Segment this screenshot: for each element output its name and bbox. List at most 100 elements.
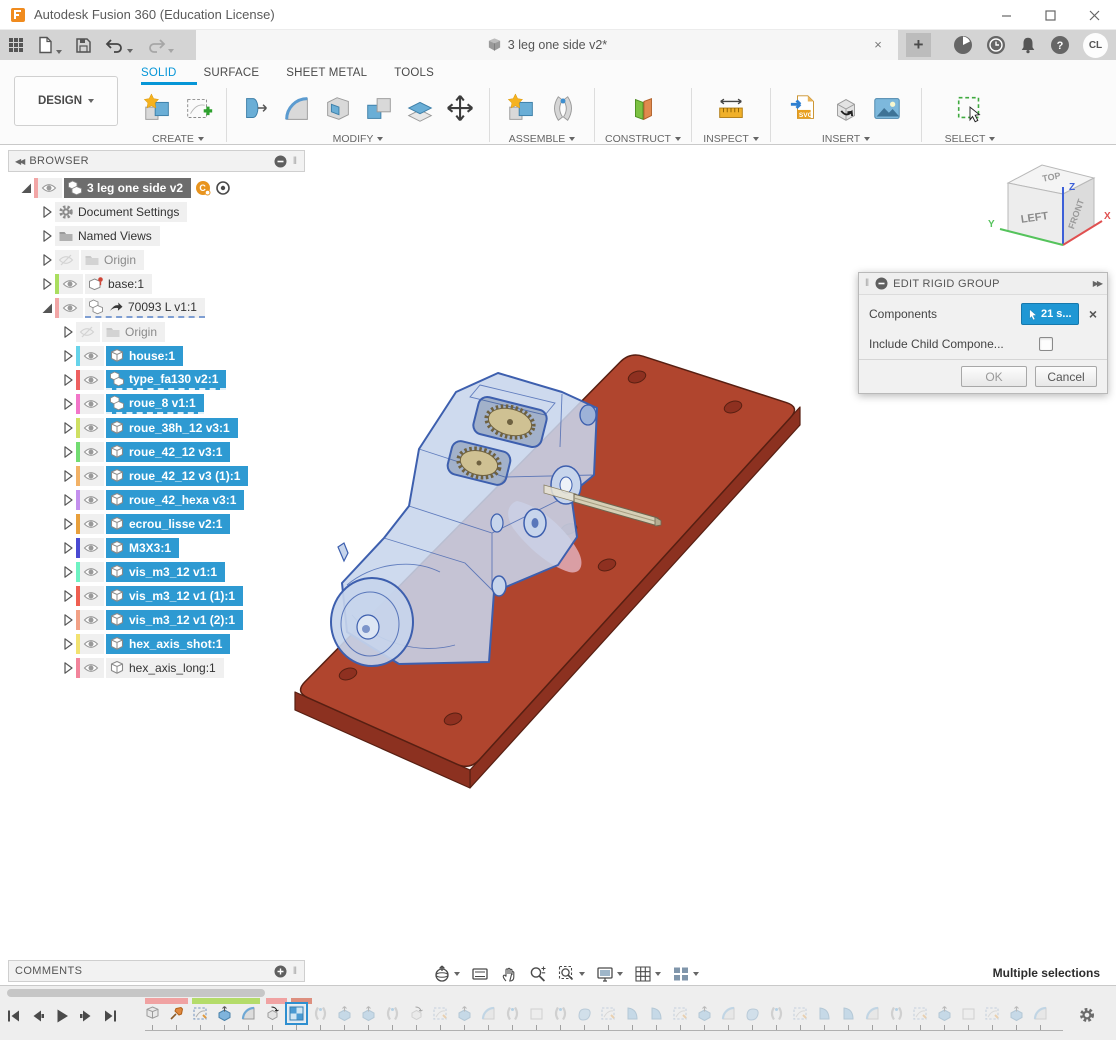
tree-item-vis-m3-12-v1-2-1[interactable]: vis_m3_12 v1 (2):1 [106, 610, 243, 630]
timeline-feature-component[interactable] [140, 1005, 164, 1030]
tree-row-roue-38h-12-v3-1[interactable]: roue_38h_12 v3:1 [8, 416, 248, 440]
timeline-feature-sketch[interactable] [428, 1005, 452, 1030]
tree-item-vis-m3-12-v1-1[interactable]: vis_m3_12 v1:1 [106, 562, 225, 582]
collapse-arrow-icon[interactable] [18, 180, 34, 196]
tree-row-roue-42-12-v3-1[interactable]: roue_42_12 v3:1 [8, 440, 248, 464]
timeline-feature-extrude[interactable] [332, 1005, 356, 1030]
visibility-eye-icon[interactable] [83, 612, 99, 628]
timeline-feature-sketch[interactable] [188, 1005, 212, 1030]
browser-panel-header[interactable]: ◀◀ BROWSER ‖ [8, 150, 305, 172]
components-selection-button[interactable]: 21 s... [1021, 303, 1079, 325]
revolve-feature-icon[interactable] [840, 1005, 857, 1022]
timeline-feature-extrude[interactable] [692, 1005, 716, 1030]
tree-row-70093-l-v1-1[interactable]: 70093 L v1:1 [8, 296, 248, 320]
tree-item-origin[interactable]: Origin [102, 322, 165, 342]
ribbon-tab-solid[interactable]: SOLID [141, 67, 177, 79]
new-component-button[interactable] [142, 93, 174, 125]
joint-feature-icon[interactable] [384, 1005, 401, 1022]
timeline-feature-form[interactable] [740, 1005, 764, 1030]
derive-button[interactable] [830, 93, 862, 125]
joint-feature-icon[interactable] [552, 1005, 569, 1022]
fillet-feature-icon[interactable] [864, 1005, 881, 1022]
tree-item-vis-m3-12-v1-1-1[interactable]: vis_m3_12 v1 (1):1 [106, 586, 243, 606]
timeline-feature-fillet[interactable] [716, 1005, 740, 1030]
visibility-eye-icon[interactable] [83, 372, 99, 388]
move-button[interactable] [445, 93, 477, 125]
form-feature-icon[interactable] [744, 1005, 761, 1022]
revolve-feature-icon[interactable] [648, 1005, 665, 1022]
zoom-tool-button[interactable] [529, 965, 547, 983]
timeline-feature-fillet[interactable] [476, 1005, 500, 1030]
joint-button[interactable] [547, 93, 579, 125]
tab-close-icon[interactable]: × [870, 37, 886, 52]
undo-button[interactable] [105, 37, 133, 53]
visibility-eye-icon[interactable] [83, 660, 99, 676]
tree-row-roue-42-12-v3-1-1[interactable]: roue_42_12 v3 (1):1 [8, 464, 248, 488]
timeline-feature-extrude[interactable] [452, 1005, 476, 1030]
visibility-eye-icon[interactable] [83, 636, 99, 652]
timeline-feature-sketch[interactable] [788, 1005, 812, 1030]
panel-minimize-icon[interactable] [274, 155, 287, 168]
visibility-eye-icon[interactable] [62, 300, 78, 316]
job-status-clock-icon[interactable] [986, 35, 1006, 55]
step-forward-button[interactable] [78, 1008, 94, 1024]
joint-feature-icon[interactable] [768, 1005, 785, 1022]
tree-row-hex-axis-shot-1[interactable]: hex_axis_shot:1 [8, 632, 248, 656]
tree-item-roue-42-12-v3-1-1[interactable]: roue_42_12 v3 (1):1 [106, 466, 248, 486]
grid-tool-button[interactable] [634, 965, 661, 983]
tree-row-base-1[interactable]: base:1 [8, 272, 248, 296]
fillet-feature-icon[interactable] [240, 1005, 257, 1022]
chevron-down-icon[interactable] [655, 972, 661, 976]
file-menu-button[interactable] [37, 36, 62, 54]
expand-arrow-icon[interactable] [60, 540, 76, 556]
tree-item-roue-38h-12-v3-1[interactable]: roue_38h_12 v3:1 [106, 418, 238, 438]
expand-arrow-icon[interactable] [39, 276, 55, 292]
box-feature-icon[interactable] [960, 1005, 977, 1022]
extrude-feature-icon[interactable] [1008, 1005, 1025, 1022]
redo-button[interactable] [146, 37, 174, 53]
construct-plane-button[interactable] [627, 93, 659, 125]
ribbon-tab-sheet-metal[interactable]: SHEET METAL [286, 67, 367, 79]
ribbon-group-label[interactable]: SELECT [945, 133, 996, 145]
sketch-feature-icon[interactable] [432, 1005, 449, 1022]
visibility-eye-icon[interactable] [41, 180, 57, 196]
visibility-eye-icon[interactable] [83, 492, 99, 508]
sketch-feature-icon[interactable] [912, 1005, 929, 1022]
activate-radio-icon[interactable] [215, 180, 231, 196]
tree-row-hex-axis-long-1[interactable]: hex_axis_long:1 [8, 656, 248, 680]
timeline-feature-joint[interactable] [308, 1005, 332, 1030]
tree-item-type-fa130-v2-1[interactable]: type_fa130 v2:1 [106, 370, 226, 390]
joint-feature-icon[interactable] [504, 1005, 521, 1022]
tree-item-m3x3-1[interactable]: M3X3:1 [106, 538, 179, 558]
chevron-down-icon[interactable] [579, 972, 585, 976]
tree-item-base-1[interactable]: base:1 [85, 274, 152, 294]
expand-arrow-icon[interactable] [60, 564, 76, 580]
expand-arrow-icon[interactable] [60, 612, 76, 628]
ribbon-tab-tools[interactable]: TOOLS [394, 67, 434, 79]
extensions-icon[interactable] [953, 35, 973, 55]
tree-row-roue-42-hexa-v3-1[interactable]: roue_42_hexa v3:1 [8, 488, 248, 512]
visibility-eye-icon[interactable] [83, 588, 99, 604]
timeline-settings-gear-icon[interactable] [1078, 1006, 1096, 1024]
expand-arrow-icon[interactable] [60, 372, 76, 388]
tree-row-document-settings[interactable]: Document Settings [8, 200, 248, 224]
timeline-feature-joint[interactable] [380, 1005, 404, 1030]
new-component-button[interactable] [506, 93, 538, 125]
look-at-tool-button[interactable] [471, 965, 489, 983]
tree-item-ecrou-lisse-v2-1[interactable]: ecrou_lisse v2:1 [106, 514, 230, 534]
component-feature-icon[interactable] [144, 1005, 161, 1022]
pan-tool-button[interactable] [500, 965, 518, 983]
dialog-grip[interactable]: ‖ [865, 278, 870, 289]
expand-arrow-icon[interactable] [60, 444, 76, 460]
in-context-badge-icon[interactable]: C [195, 180, 211, 196]
visibility-off-icon[interactable] [79, 324, 95, 340]
view-cube[interactable]: TOP LEFT FRONT Z X Y [982, 163, 1114, 267]
sketch-feature-icon[interactable] [984, 1005, 1001, 1022]
measure-button[interactable] [715, 93, 747, 125]
tree-item-hex-axis-shot-1[interactable]: hex_axis_shot:1 [106, 634, 230, 654]
extrude-feature-icon[interactable] [936, 1005, 953, 1022]
tree-item-roue-8-v1-1[interactable]: roue_8 v1:1 [106, 394, 204, 414]
insert-feature-icon[interactable] [408, 1005, 425, 1022]
display-settings-tool-button[interactable] [596, 965, 623, 983]
include-children-checkbox[interactable] [1039, 337, 1053, 351]
